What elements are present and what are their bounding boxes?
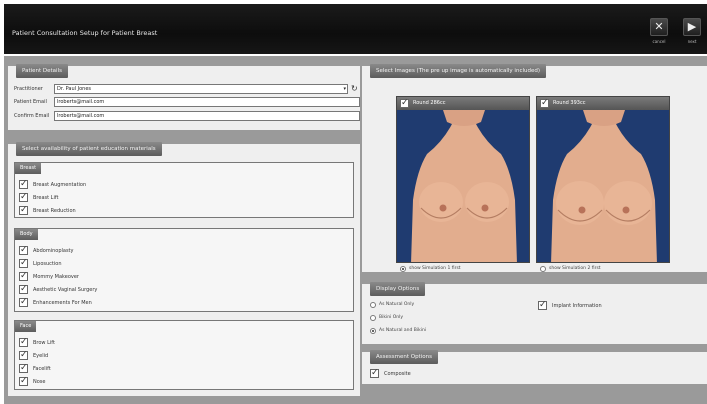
main-area: Patient Details Practitioner Dr. Paul Jo… <box>4 56 707 404</box>
practitioner-select[interactable]: Dr. Paul Jones ▾ <box>54 84 348 94</box>
breast-reduction-label: Breast Reduction <box>33 208 76 214</box>
nose-label: Nose <box>33 379 46 385</box>
checkmark-icon[interactable]: ✓ <box>19 193 28 202</box>
patient-details-panel: Patient Details Practitioner Dr. Paul Jo… <box>8 64 360 130</box>
checkmark-icon[interactable]: ✓ <box>19 206 28 215</box>
cancel-label: cancel <box>652 39 666 44</box>
checkmark-icon[interactable]: ✓ <box>19 180 28 189</box>
checkmark-icon[interactable]: ✓ <box>19 377 28 386</box>
checkmark-icon[interactable]: ✓ <box>538 301 547 310</box>
next-label: next <box>687 39 697 44</box>
simulation-1-caption-bar: ✓ Round 286cc <box>397 97 529 110</box>
display-options-panel: Display Options As Natural Only Bikini O… <box>362 282 707 344</box>
checkmark-icon[interactable]: ✓ <box>19 364 28 373</box>
select-images-panel: Select Images (The pre up image is autom… <box>362 64 707 272</box>
assessment-options-header: Assessment Options <box>370 350 438 364</box>
radio-unselected-icon[interactable] <box>370 315 376 321</box>
confirm-email-value: lroberts@mail.com <box>57 113 105 119</box>
face-group-title: Face <box>15 321 37 332</box>
patient-email-value: lroberts@mail.com <box>57 99 105 105</box>
as-natural-and-bikini-label: As Natural and Bikini <box>379 328 427 333</box>
cancel-button[interactable]: ✕ cancel <box>647 18 671 48</box>
top-bar: Patient Consultation Setup for Patient B… <box>4 4 707 54</box>
simulation-1-photo <box>397 110 529 262</box>
checkmark-icon[interactable]: ✓ <box>400 99 409 108</box>
simulation-2-caption-bar: ✓ Round 393cc <box>537 97 669 110</box>
show-simulation-2-first-label: show Simulation 2 first <box>549 266 601 271</box>
mommy-makeover-label: Mommy Makeover <box>33 274 79 280</box>
composite-label: Composite <box>384 371 411 377</box>
facelift-label: Facelift <box>33 366 51 372</box>
radio-selected-icon[interactable] <box>370 328 376 334</box>
checkmark-icon[interactable]: ✓ <box>19 338 28 347</box>
checkmark-icon[interactable]: ✓ <box>19 246 28 255</box>
body-group-title: Body <box>15 229 38 240</box>
checkmark-icon[interactable]: ✓ <box>19 272 28 281</box>
simulation-2-caption: Round 393cc <box>553 100 586 106</box>
implant-information-label: Implant Information <box>552 303 602 309</box>
display-options-header: Display Options <box>370 282 426 296</box>
practitioner-value: Dr. Paul Jones <box>57 86 92 92</box>
checkmark-icon[interactable]: ✓ <box>540 99 549 108</box>
cancel-x-icon: ✕ <box>650 18 668 36</box>
breast-augmentation-label: Breast Augmentation <box>33 182 87 188</box>
confirm-email-label: Confirm Email <box>14 113 50 119</box>
education-panel: Select availability of patient education… <box>8 142 360 396</box>
confirm-email-field[interactable]: lroberts@mail.com <box>54 111 360 121</box>
checkmark-icon[interactable]: ✓ <box>19 259 28 268</box>
abdominoplasty-label: Abdominoplasty <box>33 248 74 254</box>
eyelid-label: Eyelid <box>33 353 49 359</box>
radio-selected-icon[interactable] <box>400 266 406 272</box>
next-arrow-icon: ▶ <box>683 18 701 36</box>
breast-lift-label: Breast Lift <box>33 195 59 201</box>
checkmark-icon[interactable]: ✓ <box>19 298 28 307</box>
simulation-1-caption: Round 286cc <box>413 100 446 106</box>
bikini-only-label: Bikini Only <box>379 315 404 320</box>
simulation-1-card[interactable]: ✓ Round 286cc <box>396 96 530 263</box>
show-simulation-1-first-label: show Simulation 1 first <box>409 266 461 271</box>
body-group: Body ✓ Abdominoplasty ✓ Liposuction ✓ Mo… <box>14 228 354 312</box>
as-natural-only-label: As Natural Only <box>379 302 415 307</box>
patient-email-label: Patient Email <box>14 99 47 105</box>
checkmark-icon[interactable]: ✓ <box>19 351 28 360</box>
patient-email-field[interactable]: lroberts@mail.com <box>54 97 360 107</box>
dropdown-arrow-icon[interactable]: ▾ <box>343 85 346 93</box>
patient-details-header: Patient Details <box>16 64 68 78</box>
next-button[interactable]: ▶ next <box>680 18 704 48</box>
breast-group-title: Breast <box>15 163 42 174</box>
window-title: Patient Consultation Setup for Patient B… <box>12 29 158 37</box>
aesthetic-vaginal-surgery-label: Aesthetic Vaginal Surgery <box>33 287 98 293</box>
breast-group: Breast ✓ Breast Augmentation ✓ Breast Li… <box>14 162 354 218</box>
simulation-2-photo <box>537 110 669 262</box>
face-group: Face ✓ Brow Lift ✓ Eyelid ✓ Facelift ✓ N… <box>14 320 354 390</box>
simulation-2-card[interactable]: ✓ Round 393cc <box>536 96 670 263</box>
brow-lift-label: Brow Lift <box>33 340 55 346</box>
liposuction-label: Liposuction <box>33 261 62 267</box>
radio-unselected-icon[interactable] <box>540 266 546 272</box>
radio-unselected-icon[interactable] <box>370 302 376 308</box>
checkmark-icon[interactable]: ✓ <box>19 285 28 294</box>
checkmark-icon[interactable]: ✓ <box>370 369 379 378</box>
assessment-options-panel: Assessment Options ✓ Composite <box>362 350 707 384</box>
education-header: Select availability of patient education… <box>16 142 162 156</box>
refresh-icon[interactable]: ↻ <box>351 84 358 93</box>
enhancements-for-men-label: Enhancements For Men <box>33 300 92 306</box>
practitioner-label: Practitioner <box>14 86 43 92</box>
select-images-header: Select Images (The pre up image is autom… <box>370 64 546 78</box>
app-window: Patient Consultation Setup for Patient B… <box>0 0 707 404</box>
